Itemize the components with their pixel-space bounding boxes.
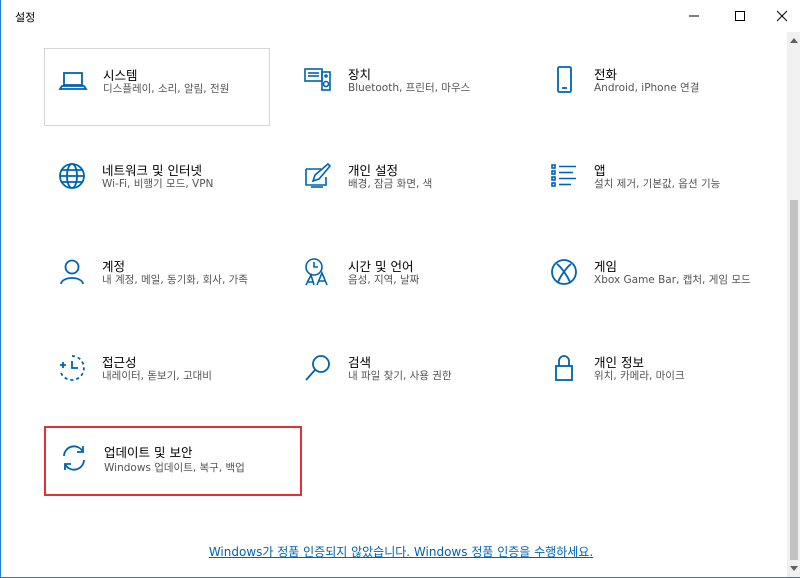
tile-privacy[interactable]: 개인 정보 위치, 카메라, 마이크 — [536, 336, 762, 414]
minimize-button[interactable] — [671, 0, 717, 32]
tile-apps[interactable]: 앱 설치 제거, 기본값, 옵션 기능 — [536, 144, 762, 222]
tile-description: 배경, 잠금 화면, 색 — [348, 178, 433, 190]
laptop-icon — [57, 65, 89, 97]
tile-description: 내 파일 찾기, 사용 권한 — [348, 370, 452, 382]
maximize-button[interactable] — [717, 0, 763, 32]
tile-description: 내레이터, 돋보기, 고대비 — [102, 370, 212, 382]
activation-link[interactable]: Windows가 정품 인증되지 않았습니다. Windows 정품 인증을 수… — [1, 543, 800, 560]
lock-icon — [548, 352, 580, 384]
tile-phone[interactable]: 전화 Android, iPhone 연결 — [536, 48, 762, 126]
tile-accounts[interactable]: 계정 내 계정, 메일, 동기화, 회사, 가족 — [44, 240, 270, 318]
tile-description: Windows 업데이트, 복구, 백업 — [104, 462, 245, 474]
maximize-icon — [735, 11, 745, 21]
personalization-icon — [302, 160, 334, 192]
tile-description: Xbox Game Bar, 캡처, 게임 모드 — [594, 274, 751, 286]
tile-description: 음성, 지역, 날짜 — [348, 274, 420, 286]
scroll-down-arrow[interactable] — [787, 561, 800, 577]
vertical-scrollbar[interactable] — [787, 32, 800, 577]
minimize-icon — [689, 15, 699, 17]
time-language-icon — [302, 256, 334, 288]
update-icon — [58, 442, 90, 474]
tile-network[interactable]: 네트워크 및 인터넷 Wi-Fi, 비행기 모드, VPN — [44, 144, 270, 222]
tile-description: 내 계정, 메일, 동기화, 회사, 가족 — [102, 274, 248, 286]
tile-devices[interactable]: 장치 Bluetooth, 프린터, 마우스 — [290, 48, 516, 126]
close-button[interactable] — [759, 0, 800, 32]
title-bar[interactable]: 설정 — [1, 0, 800, 32]
tile-description: Wi-Fi, 비행기 모드, VPN — [102, 178, 214, 190]
ease-of-access-icon — [56, 352, 88, 384]
tile-ease-of-access[interactable]: 접근성 내레이터, 돋보기, 고대비 — [44, 336, 270, 414]
devices-icon — [302, 64, 334, 96]
tile-description: 디스플레이, 소리, 알림, 전원 — [103, 83, 230, 95]
tile-gaming[interactable]: 게임 Xbox Game Bar, 캡처, 게임 모드 — [536, 240, 762, 318]
scroll-up-arrow[interactable] — [787, 32, 800, 48]
tile-update-security[interactable]: 업데이트 및 보안 Windows 업데이트, 복구, 백업 — [44, 426, 302, 496]
phone-icon — [548, 64, 580, 96]
chevron-up-icon — [789, 38, 798, 43]
tile-system[interactable]: 시스템 디스플레이, 소리, 알림, 전원 — [44, 48, 270, 126]
tile-description: Android, iPhone 연결 — [594, 82, 700, 94]
tile-description: 설치 제거, 기본값, 옵션 기능 — [594, 178, 721, 190]
xbox-icon — [548, 256, 580, 288]
tile-search[interactable]: 검색 내 파일 찾기, 사용 권한 — [290, 336, 516, 414]
tile-personalization[interactable]: 개인 설정 배경, 잠금 화면, 색 — [290, 144, 516, 222]
tile-time-language[interactable]: 시간 및 언어 음성, 지역, 날짜 — [290, 240, 516, 318]
globe-icon — [56, 160, 88, 192]
apps-list-icon — [548, 160, 580, 192]
tile-label: 업데이트 및 보안 — [104, 445, 193, 460]
person-icon — [56, 256, 88, 288]
tile-description: Bluetooth, 프린터, 마우스 — [348, 82, 471, 94]
search-icon — [302, 352, 334, 384]
window-title: 설정 — [15, 11, 36, 24]
close-icon — [776, 10, 788, 22]
chevron-down-icon — [789, 566, 798, 571]
settings-window: 설정 시스템 디스플레이, 소리, 알림, 전원 장치 Bluetooth, 프… — [0, 0, 800, 578]
scrollbar-thumb[interactable] — [790, 200, 798, 560]
tile-description: 위치, 카메라, 마이크 — [594, 370, 685, 382]
